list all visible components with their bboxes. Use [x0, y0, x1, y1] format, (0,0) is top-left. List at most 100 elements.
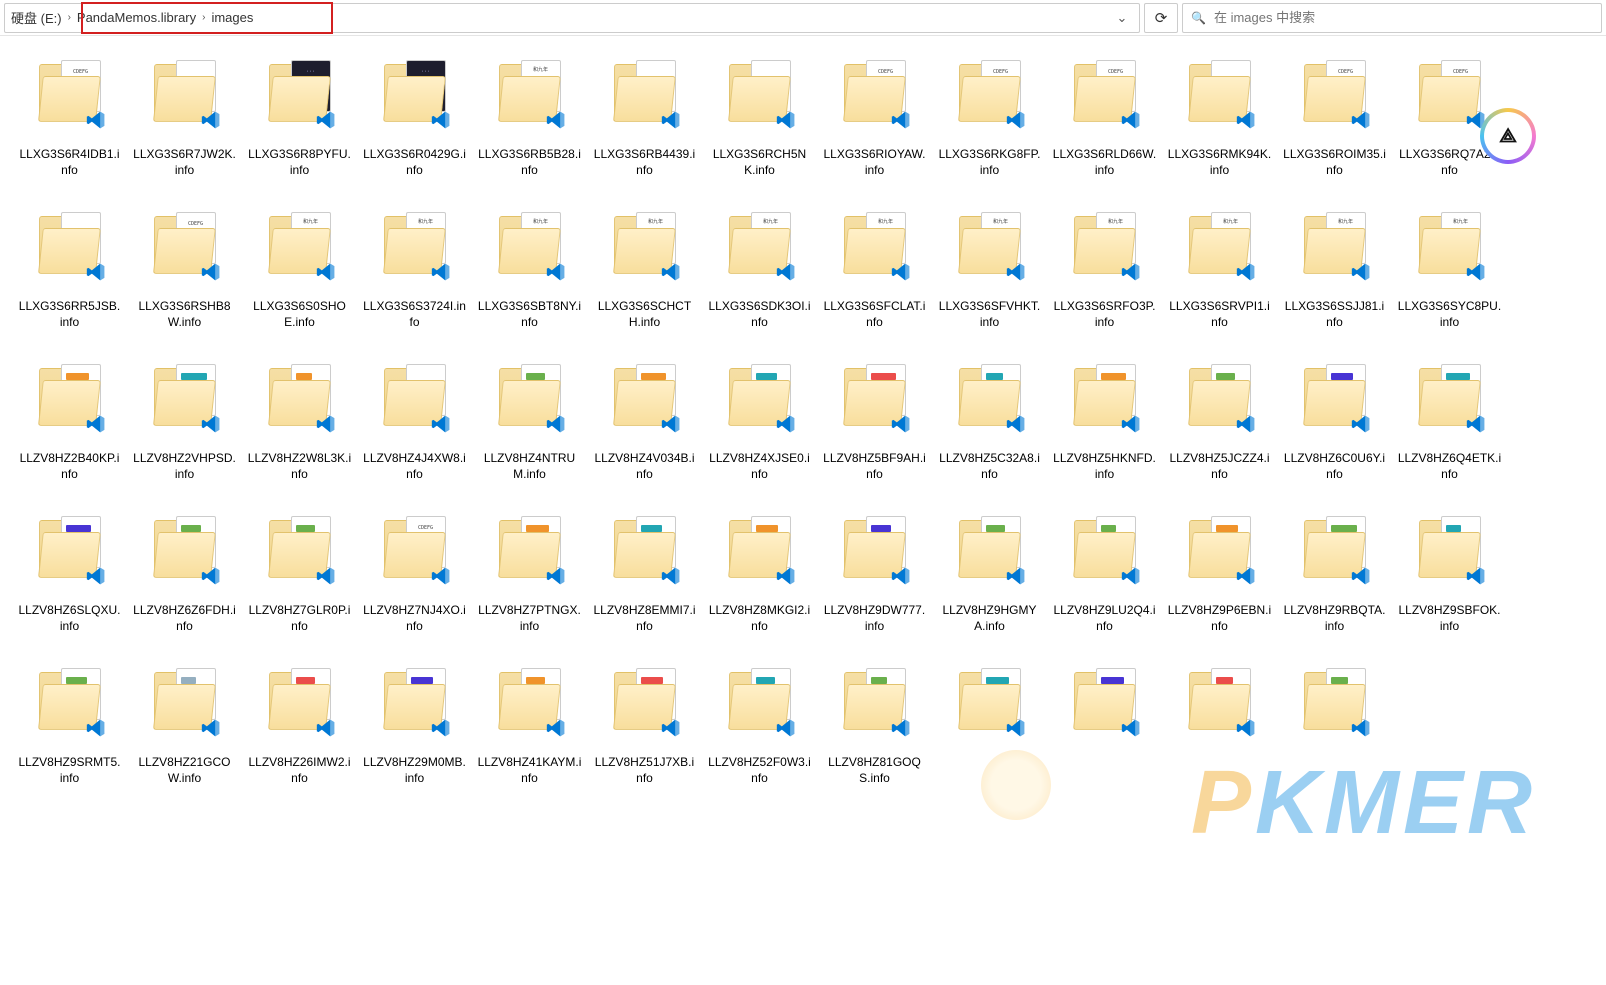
file-item[interactable]: LLZV8HZ6Z6FDH.info — [127, 510, 242, 662]
file-item[interactable]: CDEFGcdefg23456 LLXG3S6RKG8FP.info — [932, 54, 1047, 206]
file-label: LLXG3S6SSJJ81.info — [1283, 298, 1387, 330]
file-item[interactable]: 和九年在癸丑BbCcDd234567 LLXG3S6SCHCTH.info — [587, 206, 702, 358]
breadcrumb-dropdown-button[interactable]: ⌄ — [1111, 7, 1133, 29]
file-item[interactable]: ········· LLXG3S6R0429G.info — [357, 54, 472, 206]
file-item[interactable]: CDEFGcdefg23456 LLXG3S6ROIM35.info — [1277, 54, 1392, 206]
file-item[interactable]: LLXG3S6R7JW2K.info — [127, 54, 242, 206]
breadcrumb-drive-label: 硬盘 (E:) — [11, 8, 62, 27]
file-label: LLXG3S6RKG8FP.info — [938, 146, 1042, 178]
file-item[interactable]: LLZV8HZ4V034B.info — [587, 358, 702, 510]
file-item[interactable]: LLZV8HZ2VHPSD.info — [127, 358, 242, 510]
breadcrumb-images[interactable]: images — [211, 10, 253, 25]
file-item[interactable]: 和九年在癸丑BbCcDd234567 LLXG3S6SFVHKT.info — [932, 206, 1047, 358]
file-label: LLZV8HZ4J4XW8.info — [363, 450, 467, 482]
file-item[interactable]: LLZV8HZ4XJSE0.info — [702, 358, 817, 510]
file-item[interactable]: LLZV8HZ29M0MB.info — [357, 662, 472, 814]
file-label: LLZV8HZ5C32A8.info — [938, 450, 1042, 482]
breadcrumb-drive[interactable]: 硬盘 (E:) › — [11, 8, 71, 27]
vscode-badge-icon — [1121, 414, 1141, 434]
file-item[interactable]: CDEFGcdefg23456 LLXG3S6RQ7A2I.info — [1392, 54, 1507, 206]
file-item[interactable]: LLZV8HZ4NTRUM.info — [472, 358, 587, 510]
file-item[interactable]: 和九年在癸丑BbCcDd234567 LLXG3S6SBT8NY.info — [472, 206, 587, 358]
file-item[interactable] — [1162, 662, 1277, 814]
file-item[interactable]: LLXG3S6RMK94K.info — [1162, 54, 1277, 206]
file-thumbnail — [1417, 362, 1483, 448]
file-label: LLZV8HZ6Q4ETK.info — [1398, 450, 1502, 482]
breadcrumb[interactable]: 硬盘 (E:) › PandaMemos.library › images ⌄ — [4, 3, 1140, 33]
file-item[interactable]: LLZV8HZ5C32A8.info — [932, 358, 1047, 510]
file-item[interactable]: LLZV8HZ9DW777.info — [817, 510, 932, 662]
file-thumbnail — [37, 514, 103, 600]
file-item[interactable]: CDEFGcdefg23456 LLXG3S6RSHB8W.info — [127, 206, 242, 358]
vscode-badge-icon — [661, 262, 681, 282]
file-item[interactable]: LLXG3S6RB4439.info — [587, 54, 702, 206]
files-grid[interactable]: CDEFGcdefg23456 LLXG3S6R4IDB1.info LLXG3… — [0, 36, 1606, 985]
file-thumbnail: CDEFGcdefg23456 — [957, 58, 1023, 144]
file-item[interactable]: LLZV8HZ81GOQS.info — [817, 662, 932, 814]
file-item[interactable]: LLZV8HZ5JCZZ4.info — [1162, 358, 1277, 510]
vscode-badge-icon — [1351, 718, 1371, 738]
file-item[interactable]: LLZV8HZ2W8L3K.info — [242, 358, 357, 510]
file-item[interactable] — [932, 662, 1047, 814]
file-thumbnail: 和九年在癸丑BbCcDd234567 — [267, 210, 333, 296]
file-item[interactable]: LLZV8HZ5HKNFD.info — [1047, 358, 1162, 510]
file-item[interactable]: LLZV8HZ9HGMYA.info — [932, 510, 1047, 662]
file-item[interactable]: LLZV8HZ26IMW2.info — [242, 662, 357, 814]
file-item[interactable]: 和九年在癸丑BbCcDd234567 LLXG3S6SSJJ81.info — [1277, 206, 1392, 358]
file-item[interactable]: CDEFGcdefg23456 LLXG3S6R4IDB1.info — [12, 54, 127, 206]
file-item[interactable]: 和九年在癸丑BbCcDd234567 LLXG3S6S0SHOE.info — [242, 206, 357, 358]
file-item[interactable]: 和九年在癸丑BbCcDd234567 LLXG3S6SFCLAT.info — [817, 206, 932, 358]
file-item[interactable]: LLZV8HZ9P6EBN.info — [1162, 510, 1277, 662]
file-item[interactable]: LLZV8HZ6SLQXU.info — [12, 510, 127, 662]
file-item[interactable] — [1047, 662, 1162, 814]
vscode-badge-icon — [891, 262, 911, 282]
file-label: LLZV8HZ8EMMI7.info — [593, 602, 697, 634]
vscode-badge-icon — [776, 110, 796, 130]
vscode-badge-icon — [1121, 566, 1141, 586]
file-label: LLXG3S6RR5JSB.info — [18, 298, 122, 330]
file-item[interactable]: 和九年在癸丑BbCcDd234567 LLXG3S6SYC8PU.info — [1392, 206, 1507, 358]
vscode-badge-icon — [1466, 414, 1486, 434]
file-item[interactable]: 和九年在癸丑BbCcDd234567 LLXG3S6SRFO3P.info — [1047, 206, 1162, 358]
file-label: LLZV8HZ2W8L3K.info — [248, 450, 352, 482]
file-item[interactable]: ········· LLXG3S6R8PYFU.info — [242, 54, 357, 206]
file-item[interactable]: LLZV8HZ52F0W3.info — [702, 662, 817, 814]
file-item[interactable]: CDEFGcdefg23456 LLZV8HZ7NJ4XO.info — [357, 510, 472, 662]
refresh-button[interactable]: ⟳ — [1144, 3, 1178, 33]
file-item[interactable]: LLZV8HZ51J7XB.info — [587, 662, 702, 814]
file-item[interactable]: LLZV8HZ6Q4ETK.info — [1392, 358, 1507, 510]
file-thumbnail — [1072, 362, 1138, 448]
file-thumbnail: CDEFGcdefg23456 — [37, 58, 103, 144]
file-item[interactable]: LLZV8HZ2B40KP.info — [12, 358, 127, 510]
file-item[interactable]: 和九年在癸丑BbCcDd234567 LLXG3S6RB5B28.info — [472, 54, 587, 206]
breadcrumb-library[interactable]: PandaMemos.library › — [77, 10, 206, 25]
search-input[interactable] — [1214, 10, 1593, 25]
search-box[interactable]: 🔍 — [1182, 3, 1602, 33]
file-label: LLXG3S6SCHCTH.info — [593, 298, 697, 330]
file-item[interactable]: LLZV8HZ9LU2Q4.info — [1047, 510, 1162, 662]
file-item[interactable]: LLZV8HZ4J4XW8.info — [357, 358, 472, 510]
file-item[interactable]: LLXG3S6RCH5NK.info — [702, 54, 817, 206]
file-item[interactable]: LLZV8HZ8MKGI2.info — [702, 510, 817, 662]
file-item[interactable]: LLZV8HZ21GCOW.info — [127, 662, 242, 814]
file-item[interactable]: LLZV8HZ9SRMT5.info — [12, 662, 127, 814]
vscode-badge-icon — [201, 414, 221, 434]
file-item[interactable]: 和九年在癸丑BbCcDd234567 LLXG3S6SRVPI1.info — [1162, 206, 1277, 358]
file-item[interactable] — [1277, 662, 1392, 814]
file-item[interactable]: LLZV8HZ8EMMI7.info — [587, 510, 702, 662]
file-item[interactable]: LLZV8HZ5BF9AH.info — [817, 358, 932, 510]
file-item[interactable]: CDEFGcdefg23456 LLXG3S6RIOYAW.info — [817, 54, 932, 206]
file-item[interactable]: 和九年在癸丑BbCcDd234567 LLXG3S6SDK3OI.info — [702, 206, 817, 358]
file-item[interactable]: LLZV8HZ41KAYM.info — [472, 662, 587, 814]
file-item[interactable]: CDEFGcdefg23456 LLXG3S6RLD66W.info — [1047, 54, 1162, 206]
file-item[interactable]: LLZV8HZ9RBQTA.info — [1277, 510, 1392, 662]
file-item[interactable]: 和九年在癸丑BbCcDd234567 LLXG3S6S3724I.info — [357, 206, 472, 358]
file-item[interactable]: LLZV8HZ6C0U6Y.info — [1277, 358, 1392, 510]
file-item[interactable]: LLXG3S6RR5JSB.info — [12, 206, 127, 358]
file-item[interactable]: LLZV8HZ7PTNGX.info — [472, 510, 587, 662]
file-thumbnail: 和九年在癸丑BbCcDd234567 — [727, 210, 793, 296]
file-item[interactable]: LLZV8HZ7GLR0P.info — [242, 510, 357, 662]
file-item[interactable]: LLZV8HZ9SBFOK.info — [1392, 510, 1507, 662]
vscode-badge-icon — [891, 718, 911, 738]
file-thumbnail: 和九年在癸丑BbCcDd234567 — [1302, 210, 1368, 296]
